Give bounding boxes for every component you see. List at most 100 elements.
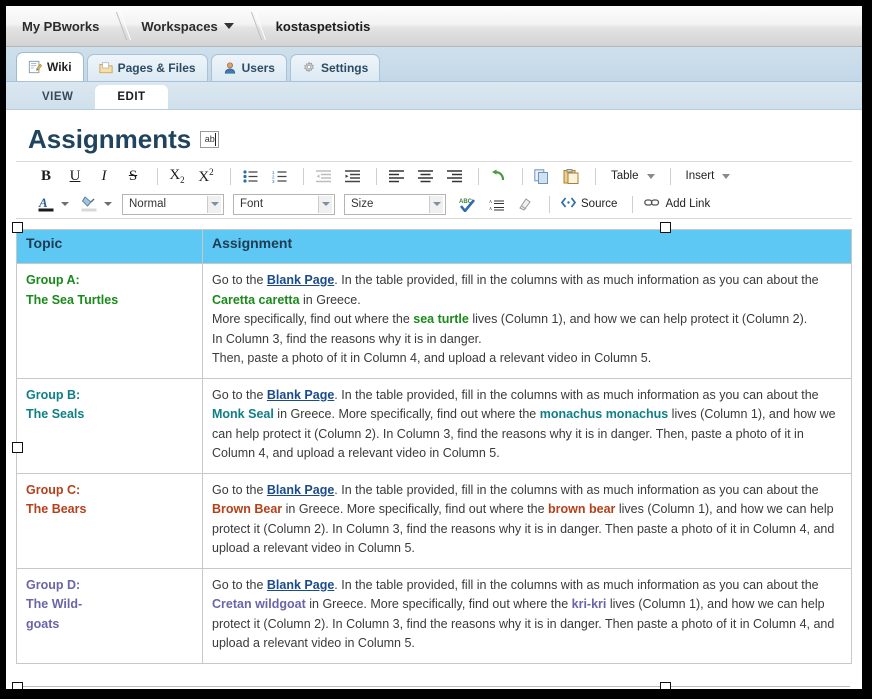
ab-text-cursor-icon[interactable]: ab [200,131,220,148]
table-cell-assignment[interactable]: Go to the Blank Page. In the table provi… [202,377,852,474]
page-content: VIEW EDIT Assignments ab B U I S X2 X2 1… [6,82,862,689]
editor-content-area[interactable]: Topic Assignment Group A: The Sea Turtles… [6,219,862,689]
bulleted-list-button[interactable] [238,165,262,187]
table-cell-topic[interactable]: Group A: The Sea Turtles [16,263,203,379]
blank-page-link[interactable]: Blank Page [267,578,334,592]
subscript-button[interactable]: X2 [165,165,189,187]
assignment-text: . In the table provided, fill in the col… [334,273,819,287]
table-resize-handle-top-left[interactable] [12,222,23,233]
paragraph-style-value: Normal [129,198,167,210]
blank-page-link[interactable]: Blank Page [267,483,334,497]
assignments-table-body: Group A: The Sea Turtles Go to the Blank P… [16,263,852,664]
font-family-select[interactable]: Font [233,193,335,215]
column-header-assignment: Assignment [202,229,852,264]
spellcheck-button[interactable]: ABC [455,193,479,215]
table-cell-topic[interactable]: Group D: The Wild-goats [16,567,203,664]
paste-button[interactable] [559,165,583,187]
editor-toolbar: B U I S X2 X2 123 Table Insert A Normal … [16,161,852,219]
table-header-row: Topic Assignment [16,229,852,264]
indent-button[interactable] [340,165,364,187]
tab-settings[interactable]: Settings [289,54,381,81]
editor-toolbar-row-1: B U I S X2 X2 123 Table Insert [16,162,852,190]
table-menu-button[interactable]: Table [603,165,663,187]
browser-frame: My PBworks Workspaces kostaspetsiotis Wi… [6,6,862,689]
page-title-row: Assignments ab [6,110,862,161]
undo-button[interactable] [486,165,510,187]
topic-line: The Wild- [26,597,83,611]
toolbar-separator [549,195,550,213]
remove-format-button[interactable] [513,193,537,215]
numbered-list-button[interactable]: 123 [267,165,291,187]
table-row: Group C: The Bears Go to the Blank Page. I… [16,472,852,569]
breadcrumb-item-workspaces[interactable]: Workspaces [127,6,239,46]
blank-page-link[interactable]: Blank Page [267,388,334,402]
table-resize-handle-mid-left[interactable] [12,442,23,453]
font-size-select[interactable]: Size [344,193,446,215]
tab-pages-and-files[interactable]: Pages & Files [86,54,208,81]
italic-button[interactable]: I [92,165,116,187]
table-cell-topic[interactable]: Group C: The Bears [16,472,203,569]
source-label: Source [581,198,618,210]
chevron-down-icon [722,173,731,179]
table-resize-handle-bottom-center[interactable] [660,682,671,689]
superscript-button[interactable]: X2 [194,165,218,187]
chevron-down-icon [429,195,443,213]
underline-button[interactable]: U [63,165,87,187]
add-link-label: Add Link [665,198,711,210]
assignment-text: lives (Column 1), and how we can help pr… [468,312,808,326]
toolbar-separator [595,167,596,185]
pencil-page-icon [28,60,42,74]
table-cell-assignment[interactable]: Go to the Blank Page. In the table provi… [202,567,852,664]
svg-text:A: A [38,195,48,210]
tab-label: Pages & Files [117,61,196,75]
align-left-button[interactable] [384,165,408,187]
table-cell-assignment[interactable]: Go to the Blank Page. In the table provi… [202,472,852,569]
highlight-color-button[interactable] [77,193,101,215]
assignment-text: in Greece. More specifically, find out w… [282,502,549,516]
breadcrumb-label: Workspaces [141,18,218,34]
chevron-down-icon [207,195,221,213]
assignment-text: In Column 3, find the reasons why it is … [212,331,482,346]
svg-text:3: 3 [272,179,275,183]
toolbar-separator [230,167,231,185]
species-name: Cretan wildgoat [212,597,306,611]
insert-menu-button[interactable]: Insert [678,165,739,187]
breadcrumb-item-my-pbworks[interactable]: My PBworks [6,6,105,46]
tab-label: Users [241,61,275,75]
align-right-button[interactable] [442,165,466,187]
tab-edit[interactable]: EDIT [95,85,168,109]
tab-users[interactable]: Users [210,54,287,81]
topic-line: Group D: [26,577,81,592]
tab-view[interactable]: VIEW [20,86,95,109]
paragraph-style-select[interactable]: Normal [122,193,224,215]
blank-page-link[interactable]: Blank Page [267,273,334,287]
table-cell-topic[interactable]: Group B: The Seals [16,377,203,474]
breadcrumb-chevron-icon [105,6,127,46]
highlight-color-dropdown[interactable] [102,193,114,215]
breadcrumb: My PBworks Workspaces kostaspetsiotis [6,6,376,46]
species-name: Caretta caretta [212,292,300,307]
definition-list-button[interactable]: AA [484,193,508,215]
table-row: Group B: The Seals Go to the Blank Page. I… [16,377,852,474]
add-link-button[interactable]: Add Link [640,193,718,215]
tab-label: Settings [320,61,369,75]
assignment-paragraph: Go to the Blank Page. In the table provi… [212,271,842,310]
assignment-text: in Greece. More specifically, find out w… [273,407,540,421]
topic-line: The Seals [26,407,85,421]
table-cell-assignment[interactable]: Go to the Blank Page. In the table provi… [202,263,852,379]
topic-line: Group A: [26,273,80,287]
bold-button[interactable]: B [34,165,58,187]
align-center-button[interactable] [413,165,437,187]
toolbar-separator [522,167,523,185]
outdent-button[interactable] [311,165,335,187]
tab-wiki[interactable]: Wiki [16,52,84,81]
assignment-text: . In the table provided, fill in the col… [334,577,819,592]
breadcrumb-item-workspace-name[interactable]: kostaspetsiotis [262,6,377,46]
copy-button[interactable] [530,165,554,187]
font-color-button[interactable]: A [34,193,58,215]
table-resize-handle-bottom-left[interactable] [12,682,23,689]
table-resize-handle-top-center[interactable] [660,222,671,233]
font-color-dropdown[interactable] [59,193,71,215]
strikethrough-button[interactable]: S [121,165,145,187]
source-button[interactable]: Source [557,193,625,215]
